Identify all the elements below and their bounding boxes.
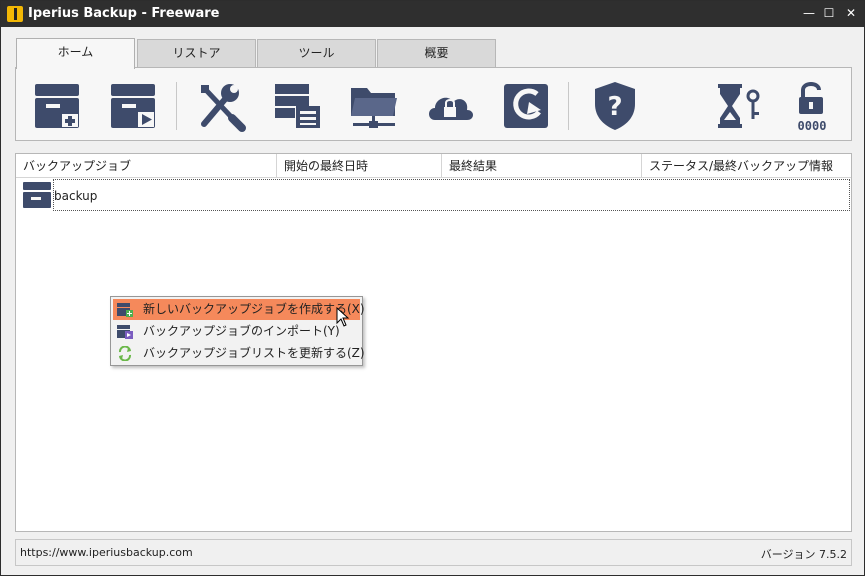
tab-about[interactable]: 概要 [377, 39, 496, 68]
help-shield-icon[interactable]: ? [590, 80, 640, 132]
menu-item-import-job[interactable]: バックアップジョブのインポート(Y) [113, 321, 360, 342]
menu-item-label: バックアップジョブのインポート(Y) [143, 324, 340, 338]
minimize-button[interactable]: — [801, 5, 817, 21]
menu-item-label: バックアップジョブリストを更新する(Z) [143, 346, 365, 360]
menu-item-label: 新しいバックアップジョブを作成する(X) [143, 302, 365, 316]
column-header-status[interactable]: ステータス/最終バックアップ情報 [642, 154, 851, 178]
update-icon[interactable] [501, 80, 551, 132]
new-backup-job-icon[interactable] [32, 80, 82, 132]
table-row[interactable] [53, 179, 850, 211]
scheduler-key-icon[interactable] [713, 80, 763, 132]
svg-text:?: ? [607, 92, 622, 122]
new-job-icon [117, 302, 133, 317]
menu-item-new-job[interactable]: 新しいバックアップジョブを作成する(X) [113, 299, 365, 320]
cloud-lock-icon[interactable] [425, 80, 475, 132]
tab-home[interactable]: ホーム [16, 38, 135, 69]
options-tools-icon[interactable] [196, 80, 246, 132]
backup-job-name[interactable]: backup [54, 189, 97, 203]
backup-job-icon [22, 181, 52, 209]
toolbar-separator [176, 82, 177, 130]
unlock-code-icon[interactable]: 0000 [787, 80, 837, 133]
toolbar-separator [568, 82, 569, 130]
status-bar: https://www.iperiusbackup.com バージョン 7.5.… [15, 539, 852, 566]
log-list-icon[interactable] [272, 80, 322, 132]
column-header-last-result[interactable]: 最終結果 [442, 154, 642, 178]
version-label: バージョン 7.5.2 [760, 548, 847, 561]
context-menu: 新しいバックアップジョブを作成する(X) バックアップジョブのインポート(Y) [110, 296, 365, 366]
tab-tools[interactable]: ツール [257, 39, 376, 68]
refresh-icon [117, 345, 133, 362]
title-bar[interactable]: Iperius Backup - Freeware — ☐ ✕ [1, 1, 864, 27]
iperius-logo-icon [7, 6, 23, 22]
close-button[interactable]: ✕ [843, 5, 859, 21]
import-icon [117, 324, 133, 339]
column-header-job[interactable]: バックアップジョブ [16, 154, 277, 178]
network-folder-icon[interactable] [349, 80, 399, 132]
mouse-cursor-icon [336, 306, 350, 327]
column-header-last-start[interactable]: 開始の最終日時 [277, 154, 442, 178]
tab-restore[interactable]: リストア [137, 39, 256, 68]
menu-item-refresh-list[interactable]: バックアップジョブリストを更新する(Z) [113, 343, 365, 364]
unlock-code-text: 0000 [798, 119, 827, 132]
window-title: Iperius Backup - Freeware [28, 6, 220, 21]
app-window: Iperius Backup - Freeware — ☐ ✕ ホーム リストア… [0, 0, 865, 576]
toolbar-ribbon: ? 0000 [15, 67, 852, 141]
maximize-button[interactable]: ☐ [821, 5, 837, 21]
run-backup-icon[interactable] [108, 80, 158, 132]
website-link[interactable]: https://www.iperiusbackup.com [20, 546, 193, 559]
